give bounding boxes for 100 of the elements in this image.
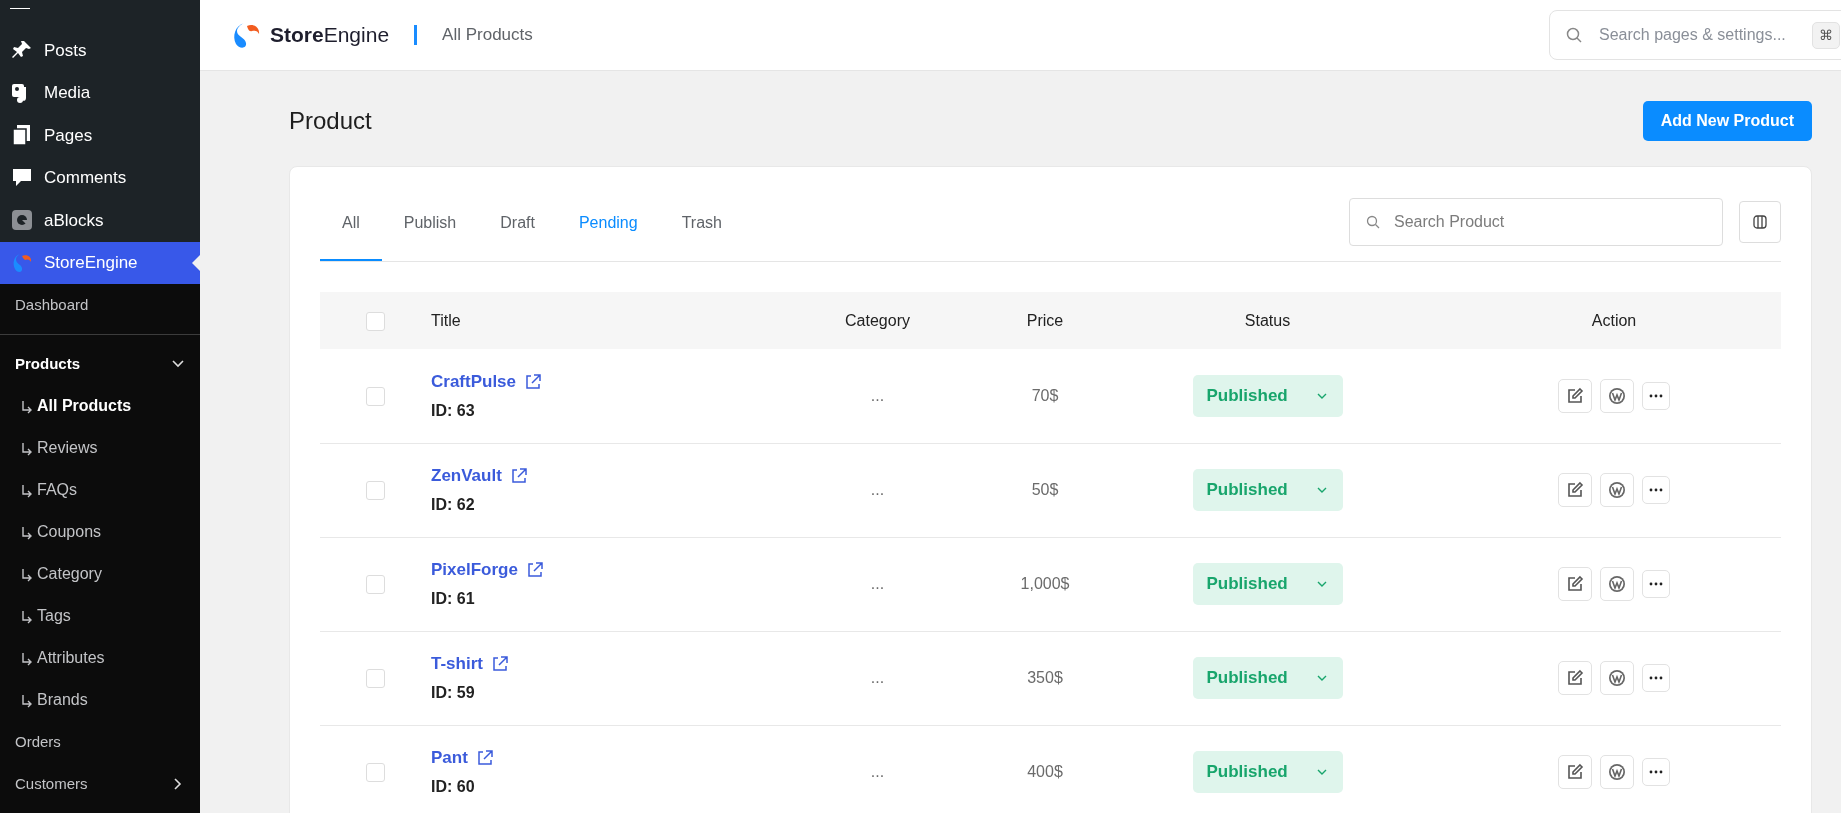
chevron-down-icon [1316, 581, 1327, 587]
edit-icon [1566, 763, 1584, 781]
submenu-item[interactable]: Products [0, 343, 200, 385]
product-link[interactable]: T-shirt [431, 651, 483, 677]
edit-button[interactable] [1558, 378, 1592, 413]
view-button[interactable] [1600, 755, 1634, 789]
edit-button[interactable] [1558, 755, 1592, 789]
edit-button[interactable] [1558, 473, 1592, 507]
submenu-item[interactable]: Dashboard [0, 284, 200, 326]
column-header: Category [845, 311, 910, 329]
filter-tab[interactable]: Publish [381, 167, 479, 261]
chevron-down-icon [1316, 487, 1327, 493]
product-link[interactable]: CraftPulse [431, 369, 517, 395]
view-button[interactable] [1600, 473, 1634, 507]
view-button[interactable] [1600, 661, 1634, 695]
row-checkbox[interactable] [365, 481, 385, 501]
breadcrumb: All Products [414, 25, 533, 45]
product-id: ID: 61 [431, 588, 476, 609]
row-checkbox[interactable] [365, 387, 385, 406]
view-button[interactable] [1600, 378, 1634, 413]
column-header: Status [1244, 311, 1291, 329]
more-icon [1649, 676, 1663, 680]
edit-button[interactable] [1558, 567, 1592, 601]
submenu-item[interactable]: Category [0, 553, 200, 595]
product-id: ID: 62 [431, 494, 476, 515]
row-checkbox[interactable] [365, 575, 385, 595]
return-arrow-icon [20, 692, 33, 708]
product-link[interactable]: Pant [431, 745, 468, 771]
edit-icon [1566, 575, 1584, 593]
product-id: ID: 63 [431, 400, 476, 421]
chevron-down-icon [1316, 675, 1327, 681]
edit-icon [1566, 386, 1584, 405]
submenu-item[interactable]: Coupons [0, 511, 200, 553]
more-button[interactable] [1642, 758, 1670, 786]
table-cell: ... [870, 669, 885, 686]
row-checkbox[interactable] [365, 763, 385, 783]
view-button[interactable] [1600, 567, 1634, 601]
table-cell: 1,000$ [1020, 575, 1070, 592]
row-checkbox[interactable] [365, 669, 385, 689]
brand-name: StoreEngine [270, 22, 390, 49]
more-icon [1649, 488, 1663, 492]
search-box[interactable]: Search pages & settings... ⌘ [1549, 10, 1841, 60]
more-icon [1649, 393, 1663, 398]
search-box[interactable]: Search Product [1349, 198, 1723, 246]
table-cell: ... [870, 763, 885, 780]
search-icon [1366, 215, 1380, 229]
search-icon [1566, 27, 1582, 43]
more-button[interactable] [1642, 570, 1670, 598]
filter-tab[interactable]: Trash [659, 167, 744, 261]
column-header: Title [431, 311, 461, 329]
edit-button[interactable] [1558, 661, 1592, 695]
circle-logo-icon [1608, 481, 1626, 499]
submenu-item[interactable]: Attributes [0, 637, 200, 679]
product-id: ID: 60 [431, 776, 476, 797]
external-link-icon [524, 372, 543, 391]
sidebar-item[interactable]: Comments [0, 156, 200, 199]
more-button[interactable] [1642, 381, 1670, 410]
table-cell: 400$ [1027, 763, 1063, 780]
chevron-down-icon [1316, 392, 1327, 399]
submenu-item[interactable]: Tags [0, 595, 200, 637]
shortcut-key: ⌘ [1812, 21, 1840, 49]
more-icon [1649, 582, 1663, 586]
table-cell: 350$ [1027, 669, 1063, 686]
return-arrow-icon [20, 650, 33, 666]
columns-icon [1753, 215, 1767, 229]
sidebar-item[interactable]: StoreEngine [0, 241, 200, 284]
product-link[interactable]: PixelForge [431, 557, 518, 583]
return-arrow-icon [20, 608, 33, 624]
circle-logo-icon [1608, 386, 1626, 405]
sidebar-item[interactable]: Pages [0, 114, 200, 157]
filter-tab[interactable]: All [320, 167, 382, 261]
submenu-item[interactable]: FAQs [0, 469, 200, 511]
sidebar-item[interactable]: Media [0, 71, 200, 114]
circle-logo-icon [1608, 575, 1626, 593]
table-cell: 50$ [1031, 481, 1059, 498]
submenu-item[interactable]: Orders [0, 721, 200, 763]
edit-icon [1566, 669, 1584, 687]
return-arrow-icon [20, 524, 33, 540]
circle-logo-icon [1608, 763, 1626, 781]
columns-button[interactable] [1739, 201, 1781, 243]
block-icon [10, 208, 34, 233]
circle-logo-icon [1608, 669, 1626, 687]
submenu-item[interactable]: All Products [0, 385, 200, 427]
table-cell: ... [870, 481, 885, 498]
page-title: Product [289, 106, 372, 136]
submenu-item[interactable]: Brands [0, 679, 200, 721]
external-link-icon [525, 561, 544, 579]
submenu-item[interactable]: Reviews [0, 427, 200, 469]
more-button[interactable] [1642, 664, 1670, 692]
select-all-checkbox[interactable] [365, 311, 385, 331]
more-button[interactable] [1642, 476, 1670, 504]
product-link[interactable]: ZenVault [431, 463, 502, 489]
table-cell: ... [870, 386, 885, 404]
column-header: Price [1026, 311, 1064, 329]
sidebar-item[interactable]: aBlocks [0, 199, 200, 242]
external-link-icon [509, 467, 528, 485]
sidebar-item[interactable]: Posts [0, 29, 200, 72]
submenu-item[interactable]: Customers [0, 763, 200, 805]
product-id: ID: 59 [431, 682, 476, 703]
filter-tab[interactable]: Draft [478, 167, 557, 261]
